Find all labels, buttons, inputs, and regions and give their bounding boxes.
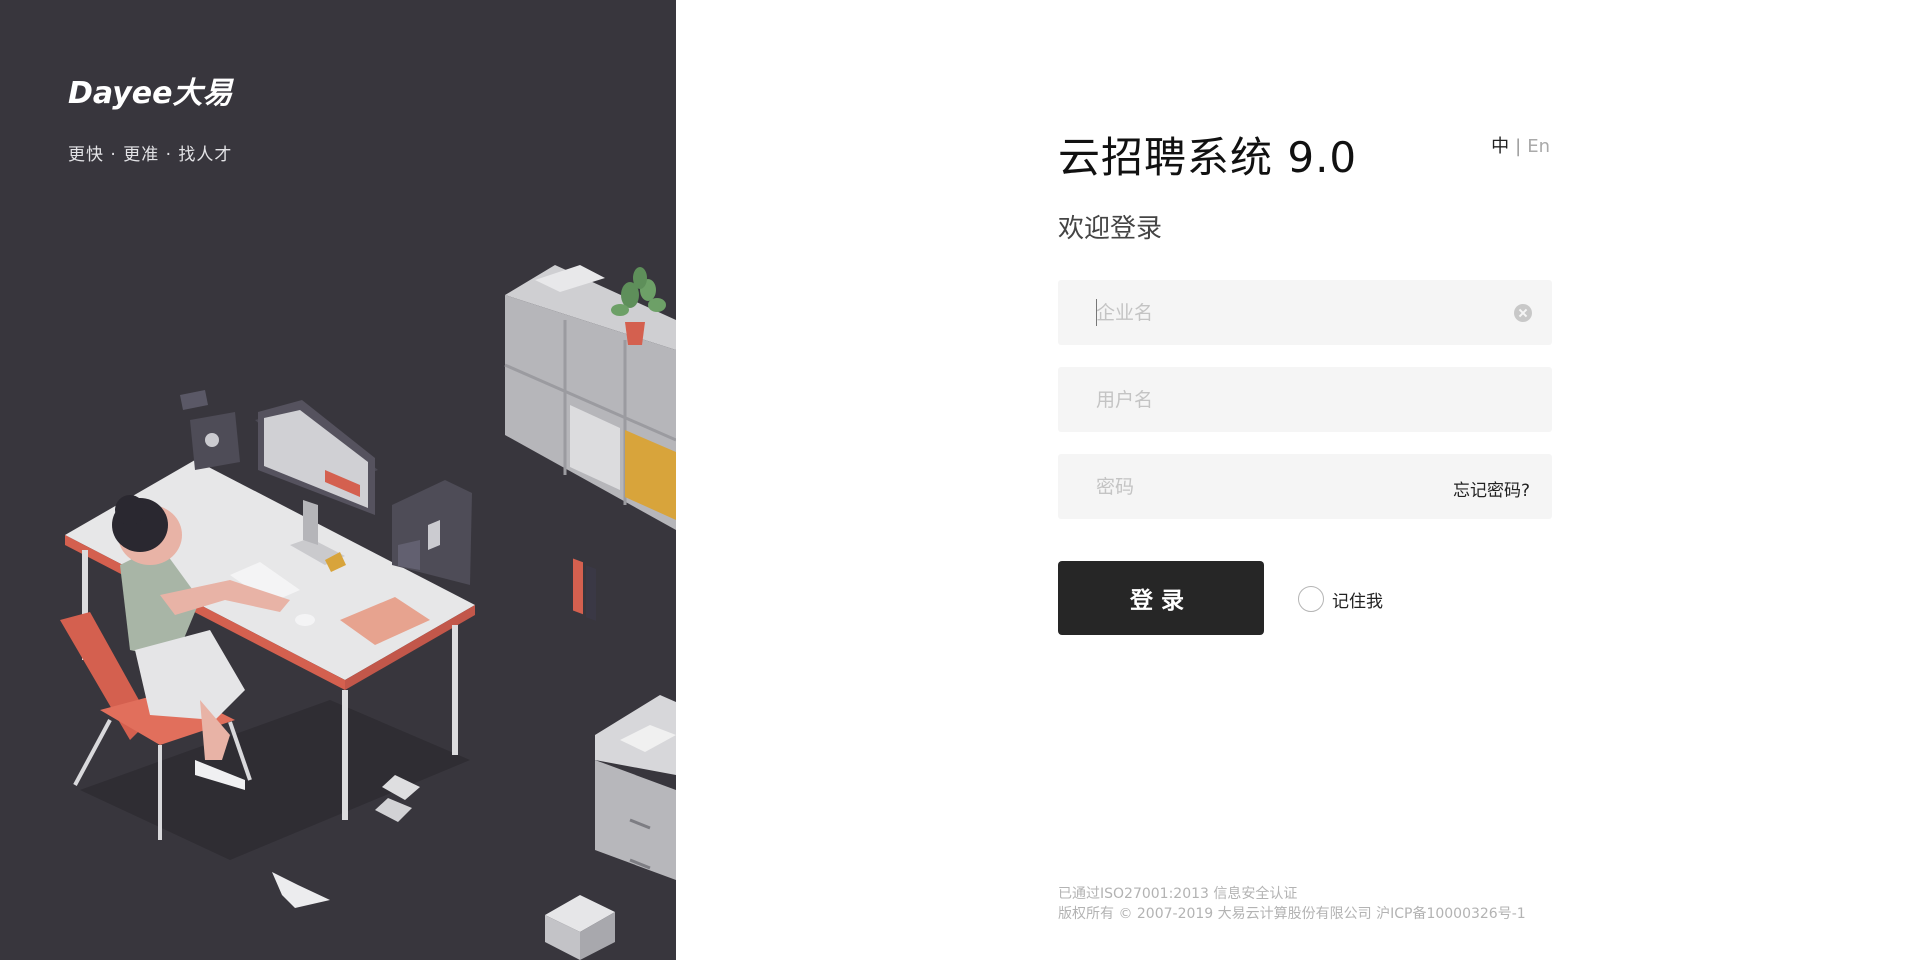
paper-icon	[375, 798, 412, 822]
company-input[interactable]	[1058, 280, 1552, 345]
lang-en-link[interactable]: En	[1527, 136, 1550, 157]
remember-me-label: 记住我	[1332, 591, 1383, 612]
system-title: 云招聘系统 9.0	[1058, 133, 1358, 182]
box-icon	[545, 895, 615, 960]
company-field	[1058, 280, 1552, 345]
password-field: 忘记密码?	[1058, 454, 1552, 519]
login-panel: 云招聘系统 9.0 中 |En 欢迎登录 忘记密码? 登录	[676, 0, 1920, 960]
remember-me-radio[interactable]	[1298, 586, 1324, 612]
login-page: Dayee大易 更快 · 更准 · 找人才 云招聘系统 9.0 中 | En 欢…	[0, 0, 1920, 960]
paper-icon	[272, 872, 330, 908]
login-form: 云招聘系统 9.0 中 |En 欢迎登录 忘记密码? 登录	[1058, 120, 1552, 635]
action-row: 登录 记住我	[1058, 561, 1552, 635]
username-field	[1058, 367, 1552, 432]
title-row: 云招聘系统 9.0 中 | En	[1058, 120, 1552, 182]
certification-text: 已通过ISO27001:2013 信息安全认证	[1058, 886, 1298, 902]
copyright-text: 版权所有 © 2007-2019 大易云计算股份有限公司 沪ICP备100003…	[1058, 906, 1526, 922]
mouse-icon	[295, 614, 315, 626]
floating-widget-icon	[180, 390, 240, 470]
footer: 已通过ISO27001:2013 信息安全认证 版权所有 © 2007-2019…	[1058, 884, 1526, 924]
lang-zh-link[interactable]: 中	[1491, 136, 1509, 157]
clear-icon[interactable]	[1514, 304, 1532, 322]
welcome-heading: 欢迎登录	[1058, 214, 1163, 244]
login-button[interactable]: 登录	[1058, 561, 1264, 635]
lang-separator: |	[1515, 136, 1522, 157]
brand-panel: Dayee大易 更快 · 更准 · 找人才	[0, 0, 676, 960]
remember-me-toggle[interactable]: 记住我	[1298, 586, 1383, 612]
shelf-icon	[504, 265, 676, 621]
username-input[interactable]	[1058, 367, 1552, 432]
office-illustration	[60, 265, 676, 960]
printer-icon	[595, 695, 676, 880]
forgot-password-link[interactable]: 忘记密码?	[1453, 476, 1530, 501]
language-switcher: 中 | En	[1491, 132, 1550, 158]
text-caret	[1096, 299, 1097, 326]
